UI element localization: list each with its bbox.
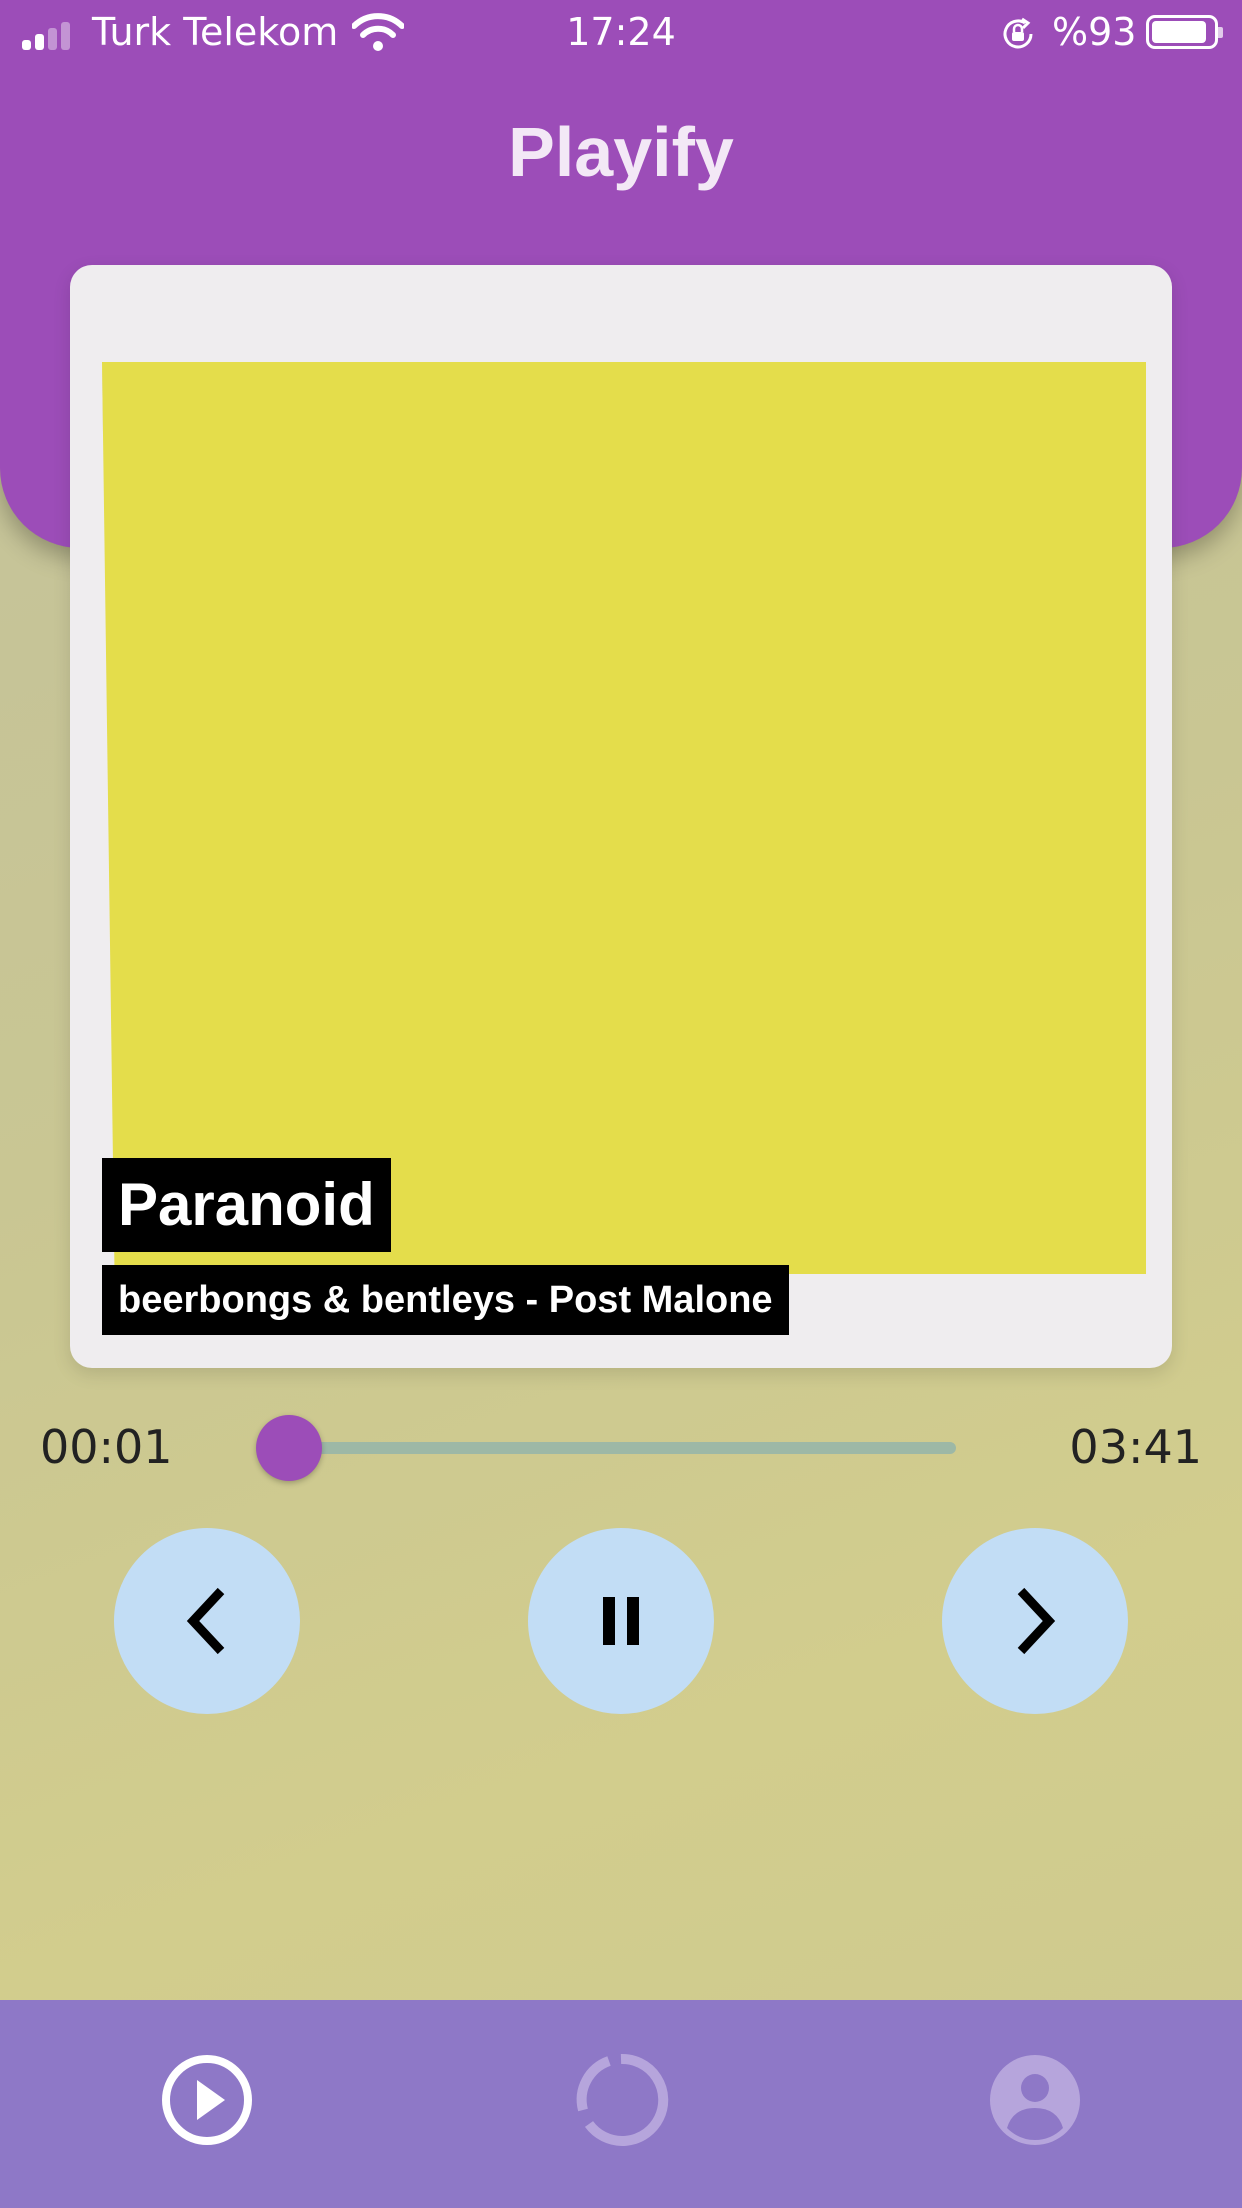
song-album-artist: beerbongs & bentleys - Post Malone xyxy=(102,1265,789,1335)
account-icon xyxy=(990,2055,1080,2145)
elapsed-time: 00:01 xyxy=(40,1420,173,1474)
battery-percentage: %93 xyxy=(1052,10,1137,54)
next-track-button[interactable] xyxy=(942,1528,1128,1714)
chevron-right-icon xyxy=(1017,1587,1056,1655)
progress-slider-track[interactable] xyxy=(290,1442,956,1454)
nav-loading-tab[interactable] xyxy=(571,2050,671,2150)
status-bar: Turk Telekom 17:24 %93 xyxy=(0,0,1242,68)
play-circle-icon xyxy=(162,2055,252,2145)
pause-icon xyxy=(603,1597,639,1645)
battery-icon xyxy=(1146,15,1223,49)
progress-slider-thumb[interactable] xyxy=(256,1415,322,1481)
orientation-lock-icon xyxy=(1003,17,1033,49)
bottom-navigation xyxy=(0,2000,1242,2208)
pause-button[interactable] xyxy=(528,1528,714,1714)
chevron-left-icon xyxy=(186,1587,225,1655)
nav-player-tab[interactable] xyxy=(157,2050,257,2150)
song-title: Paranoid xyxy=(102,1158,391,1252)
album-cover xyxy=(102,362,1146,1274)
previous-track-button[interactable] xyxy=(114,1528,300,1714)
total-duration: 03:41 xyxy=(1069,1420,1202,1474)
nav-profile-tab[interactable] xyxy=(985,2050,1085,2150)
loading-circle-icon xyxy=(576,2053,669,2146)
app-title: Playify xyxy=(508,113,734,191)
